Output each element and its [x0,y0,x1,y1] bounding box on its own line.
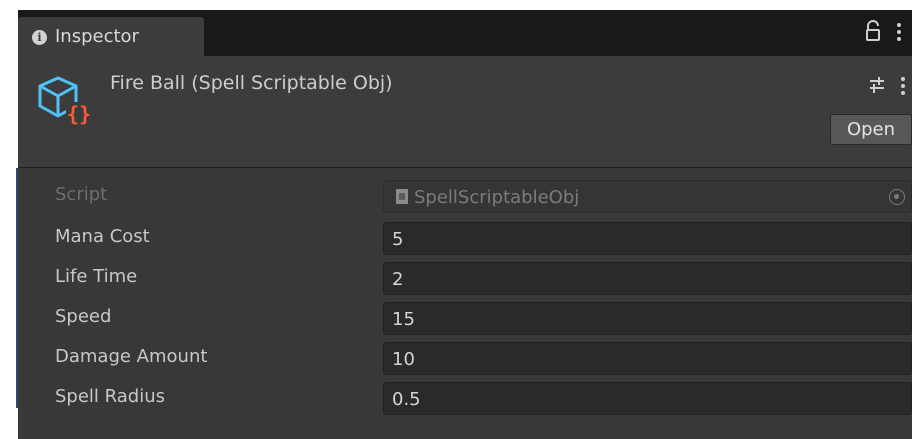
property-row-damage-amount: Damage Amount 10 [18,338,912,378]
properties-panel: Script SpellScriptableObj Mana Cost 5 Li… [18,168,912,439]
header-menu-kebab-icon[interactable] [898,76,908,96]
scriptable-object-icon: {} [38,76,92,126]
mana-cost-label: Mana Cost [55,226,150,247]
script-object-field[interactable]: SpellScriptableObj [383,180,912,213]
life-time-field[interactable]: 2 [383,262,912,295]
tab-bar: i Inspector [18,10,912,56]
lock-icon[interactable] [864,20,882,42]
life-time-value: 2 [392,269,404,290]
open-button[interactable]: Open [830,114,912,145]
object-picker-icon[interactable] [889,189,905,205]
property-row-mana-cost: Mana Cost 5 [18,218,912,258]
speed-value: 15 [392,309,415,330]
damage-amount-value: 10 [392,349,415,370]
life-time-label: Life Time [55,266,138,287]
damage-amount-label: Damage Amount [55,346,208,367]
tab-menu-kebab-icon[interactable] [894,22,904,42]
property-row-life-time: Life Time 2 [18,258,912,298]
speed-field[interactable]: 15 [383,302,912,335]
inspector-header: {} Fire Ball (Spell Scriptable Obj) Open [18,56,912,168]
screenshot-frame: i Inspector {} Fire Ball (Spell Scriptab… [0,0,912,439]
script-value: SpellScriptableObj [414,187,580,208]
property-row-spell-radius: Spell Radius 0.5 [18,378,912,418]
property-row-speed: Speed 15 [18,298,912,338]
script-label: Script [55,184,108,205]
mana-cost-value: 5 [392,229,404,250]
script-file-icon [396,189,408,204]
svg-text:{}: {} [67,102,91,126]
damage-amount-field[interactable]: 10 [383,342,912,375]
info-icon: i [32,30,47,45]
spell-radius-label: Spell Radius [55,386,166,407]
mana-cost-field[interactable]: 5 [383,222,912,255]
property-row-script: Script SpellScriptableObj [18,176,912,216]
left-margin [0,0,16,439]
top-margin [16,0,912,10]
tab-inspector-label: Inspector [55,26,139,47]
object-title: Fire Ball (Spell Scriptable Obj) [110,72,393,94]
speed-label: Speed [55,306,112,327]
tab-inspector[interactable]: i Inspector [18,17,204,56]
spell-radius-value: 0.5 [392,389,421,410]
spell-radius-field[interactable]: 0.5 [383,382,912,415]
inspector-window: i Inspector {} Fire Ball (Spell Scriptab… [18,10,912,439]
preset-sliders-icon[interactable] [868,76,886,94]
